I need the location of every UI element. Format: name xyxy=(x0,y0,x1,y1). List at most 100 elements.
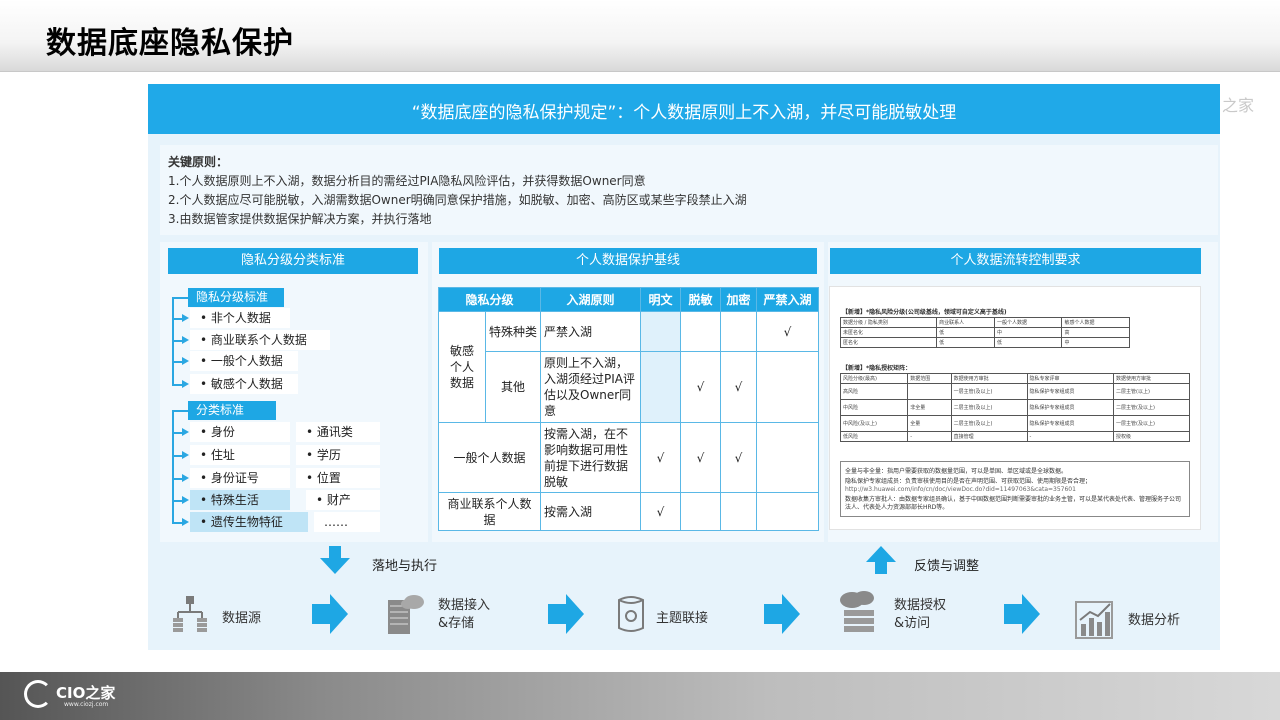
cell: 全量 xyxy=(907,415,952,432)
sub-level: 其他 xyxy=(485,352,540,422)
cell: 低 xyxy=(936,337,995,348)
policy-document-image: 【新增】*隐私风险分级(公司级基线，领域可自定义高于基线) 数据分级 / 隐私类… xyxy=(829,286,1201,530)
authorization-matrix-table: 风险分级(最高) 数据范围 数据使用方审批 隐私专家评审 数据使用方审批 高风险 一层主管… xyxy=(839,373,1190,442)
cell: 中 xyxy=(993,327,1063,338)
arrow-right-icon xyxy=(312,594,348,634)
cio-logo: CIO之家 www.ciozj.com xyxy=(24,680,134,712)
table-row: 商业联系个人数据 按需入湖 √ xyxy=(438,492,819,531)
tree-connector xyxy=(172,410,174,522)
arrow-right-icon xyxy=(182,314,189,322)
cell: 中风险(及以上) xyxy=(839,415,909,432)
arrow-right-icon xyxy=(182,428,189,436)
risk-grading-table: 数据分级 / 隐私类别 商业联系人 一般个人数据 敏感个人数据 未匿名化低中高 匿名化… xyxy=(839,317,1130,348)
category-item: …… xyxy=(314,512,380,532)
baseline-header: 个人数据保护基线 xyxy=(439,248,817,274)
principle-item: 3.由数据管家提供数据保护解决方案，并执行落地 xyxy=(168,212,432,226)
principle-cell: 按需入湖，在不影响数据可用性前提下进行数据脱敏 xyxy=(540,422,641,493)
arrow-right-icon xyxy=(182,474,189,482)
cell: 隐私保护专家组成员 xyxy=(1026,383,1115,400)
level-cell: 商业联系个人数据 xyxy=(438,492,541,531)
watermark: 之家 xyxy=(1222,96,1255,115)
category-item: • 住址 xyxy=(190,445,290,465)
cell: 一层主管(及以上) xyxy=(950,383,1028,400)
baseline-table: 隐私分级 入湖原则 明文 脱敏 加密 严禁入湖 敏感 个人 数据 特殊种类 其他… xyxy=(438,287,819,531)
col-header: 加密 xyxy=(720,287,757,312)
cell: 匿名化 xyxy=(839,337,938,348)
cell: 低风险 xyxy=(839,431,909,442)
cell: 数据分级 / 隐私类别 xyxy=(839,317,938,328)
category-item: • 身份 xyxy=(190,422,290,442)
principle-cell: 严禁入湖 xyxy=(540,310,641,353)
logo-url: www.ciozj.com xyxy=(64,701,109,708)
cell: 未匿名化 xyxy=(839,327,938,338)
sensitive-cell: 敏感 个人 数据 特殊种类 其他 xyxy=(438,311,541,423)
cell: 低 xyxy=(936,327,995,338)
cell: 低 xyxy=(993,337,1063,348)
category-item: • 位置 xyxy=(296,468,380,488)
cell: 敏感个人数据 xyxy=(1061,317,1130,328)
down-arrow-label: 落地与执行 xyxy=(372,559,438,574)
arrow-right-icon xyxy=(548,594,584,634)
arrow-right-icon xyxy=(182,451,189,459)
level-item: • 商业联系个人数据 xyxy=(190,330,330,350)
tree-tick xyxy=(172,410,188,412)
plain-cell: √ xyxy=(640,422,681,493)
flow-step-label: 数据接入 &存储 xyxy=(438,598,491,631)
level-item: • 敏感个人数据 xyxy=(190,374,298,394)
tree-tick xyxy=(172,297,188,299)
cell: 一层主管(及以上) xyxy=(1113,415,1190,432)
cell: 数据范围 xyxy=(907,373,952,384)
bar-chart-icon xyxy=(1075,601,1113,639)
arrow-right-icon xyxy=(182,518,189,526)
plain-cell xyxy=(640,351,681,423)
cell: - xyxy=(907,431,952,442)
level-cell: 一般个人数据 xyxy=(438,422,541,493)
category-item-highlighted: • 遗传生物特征 xyxy=(190,512,308,532)
category-item: • 通讯类 xyxy=(296,422,380,442)
arrow-right-icon xyxy=(1004,594,1040,634)
arrow-right-icon xyxy=(182,496,189,504)
flow-step-label: 主题联接 xyxy=(656,611,709,626)
ban-cell: √ xyxy=(756,310,819,353)
plain-cell xyxy=(640,310,681,353)
logo-ring-icon xyxy=(24,680,52,708)
flow-step-label: 数据分析 xyxy=(1128,613,1181,628)
network-icon xyxy=(173,596,207,632)
cell: 隐私专家评审 xyxy=(1026,373,1115,384)
arrow-right-icon xyxy=(182,336,189,344)
doc-note: http://w3.huawei.com/info/cn/doc/viewDoc… xyxy=(845,486,1076,493)
col-header: 隐私分级 xyxy=(438,287,541,312)
notes-box: 全量与非全量：指用户需要获取的数据量范围，可以是单国、单区域或是全球数据。 隐私… xyxy=(840,461,1190,517)
cell: 非全量 xyxy=(907,399,952,416)
doc-title: 【新增】*隐私风险分级(公司级基线，领域可自定义高于基线) xyxy=(842,309,1007,316)
ban-cell xyxy=(756,422,819,493)
category-item-highlighted: • 特殊生活 xyxy=(190,490,290,510)
desens-cell xyxy=(680,310,721,353)
banner: “数据底座的隐私保护规定”：个人数据原则上不入湖，并尽可能脱敏处理 xyxy=(148,84,1220,134)
level-item: • 非个人数据 xyxy=(190,308,290,328)
ban-cell xyxy=(756,492,819,531)
encrypt-cell xyxy=(720,310,757,353)
cell: 二层主管(以上) xyxy=(1113,383,1190,400)
arrow-right-icon xyxy=(764,594,800,634)
cell: - xyxy=(1026,431,1115,442)
cell: 授权级 xyxy=(1113,431,1190,442)
table-row: 一般个人数据 按需入湖，在不影响数据可用性前提下进行数据脱敏 √ √ √ xyxy=(438,422,819,493)
desens-cell: √ xyxy=(680,351,721,423)
cell: 直接管理 xyxy=(950,431,1028,442)
cell xyxy=(907,383,952,400)
desens-cell: √ xyxy=(680,422,721,493)
category-item: • 财产 xyxy=(306,490,380,510)
cell: 高风险 xyxy=(839,383,909,400)
cell: 隐私保护专家组成员 xyxy=(1026,415,1115,432)
cell: 二层主管(及以上) xyxy=(950,415,1028,432)
category-item: • 学历 xyxy=(296,445,380,465)
col-header: 脱敏 xyxy=(680,287,721,312)
table-header-row: 隐私分级 入湖原则 明文 脱敏 加密 严禁入湖 xyxy=(438,287,819,312)
encrypt-cell: √ xyxy=(720,422,757,493)
up-arrow-label: 反馈与调整 xyxy=(914,559,980,574)
col-header: 入湖原则 xyxy=(540,287,641,312)
server-icon xyxy=(388,595,424,634)
doc-note: 全量与非全量：指用户需要获取的数据量范围，可以是单国、单区域或是全球数据。 xyxy=(845,468,1068,475)
principle-item: 1.个人数据原则上不入湖，数据分析目的需经过PIA隐私风险评估，并获得数据Own… xyxy=(168,174,646,188)
